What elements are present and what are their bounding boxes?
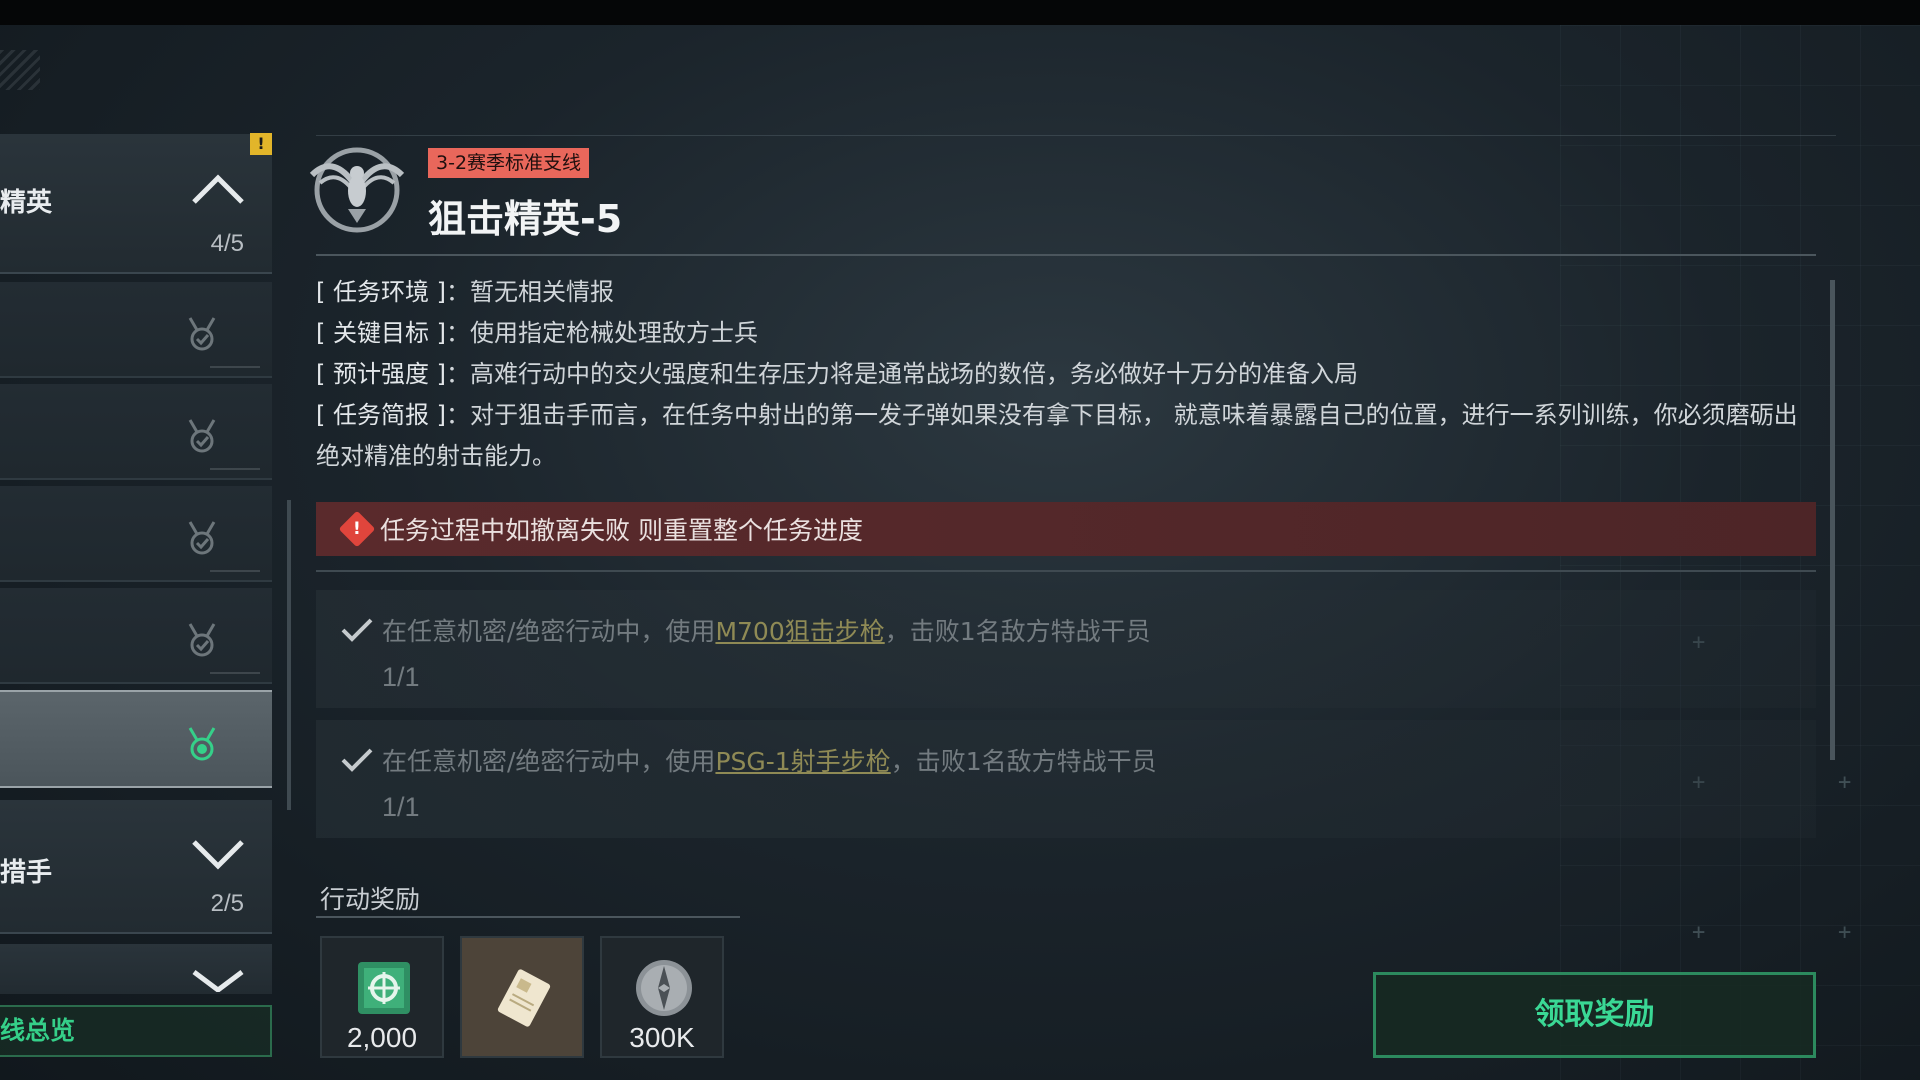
corner-hatch-decoration <box>0 50 40 90</box>
divider-tick <box>210 366 260 368</box>
info-row-environment: [ 任务环境 ]：暂无相关情报 <box>316 272 1806 313</box>
sidebar-mission-item[interactable] <box>0 384 272 480</box>
weapon-link[interactable]: PSG-1射手步枪 <box>715 747 890 776</box>
info-row-intensity: [ 预计强度 ]：高难行动中的交火强度和生存压力将是通常战场的数倍，务必做好十万… <box>316 354 1806 395</box>
checkmark-icon <box>341 748 373 772</box>
weapon-link[interactable]: M700狙击步枪 <box>715 617 884 646</box>
reward-item[interactable]: 2,000 <box>320 936 444 1058</box>
chevron-up-icon <box>192 174 244 204</box>
supply-crate-icon <box>358 962 410 1014</box>
plus-decoration: + <box>1838 770 1852 795</box>
objective-prefix: 在任意机密/绝密行动中，使用 <box>382 617 716 646</box>
objective-suffix: ，击败1名敌方特战干员 <box>884 617 1151 646</box>
info-separator: ： <box>445 319 470 347</box>
mission-info: [ 任务环境 ]：暂无相关情报 [ 关键目标 ]：使用指定枪械处理敌方士兵 [ … <box>316 272 1806 477</box>
info-value: 暂无相关情报 <box>469 278 614 306</box>
info-label: [ 任务简报 ] <box>316 401 446 429</box>
objective-prefix: 在任意机密/绝密行动中，使用 <box>382 747 716 776</box>
sidebar-mission-item[interactable] <box>0 486 272 582</box>
divider-tick <box>210 672 260 674</box>
reward-item[interactable]: 300K <box>600 936 724 1058</box>
title-divider <box>316 254 1816 256</box>
info-value: 对于狙击手而言，在任务中射出的第一发子弹如果没有拿下目标， 就意味着暴露自己的位… <box>316 401 1798 470</box>
document-card-icon <box>497 969 551 1027</box>
overview-button[interactable]: 线总览 <box>0 1005 272 1057</box>
objective-progress: 1/1 <box>382 662 420 692</box>
group-name: 精英 <box>0 188 53 218</box>
medal-icon <box>188 419 216 453</box>
group-progress-count: 2/5 <box>210 890 244 917</box>
rewards-label: 行动奖励 <box>320 885 421 914</box>
reward-quantity: 300K <box>629 1022 695 1053</box>
objective-text: 在任意机密/绝密行动中，使用PSG-1射手步枪，击败1名敌方特战干员 <box>382 742 1157 778</box>
top-letterbox <box>0 0 1920 25</box>
info-separator: ： <box>445 401 470 429</box>
info-separator: ： <box>445 278 470 306</box>
sidebar-mission-item[interactable] <box>0 588 272 684</box>
medal-icon <box>188 521 216 555</box>
medal-active-icon <box>188 727 216 761</box>
mission-title: 狙击精英-5 <box>428 197 623 241</box>
sidebar-mission-item[interactable] <box>0 282 272 378</box>
warning-text: 任务过程中如撤离失败 则重置整个任务进度 <box>380 516 863 545</box>
sidebar-scrollbar[interactable] <box>287 500 291 810</box>
reward-item[interactable] <box>460 936 584 1058</box>
mission-group-header-sniper[interactable]: 措手 2/5 <box>0 800 272 934</box>
objective-suffix: ，击败1名敌方特战干员 <box>890 747 1157 776</box>
checkmark-icon <box>341 618 373 642</box>
info-label: [ 关键目标 ] <box>316 319 446 347</box>
medal-icon <box>188 623 216 657</box>
objectives-divider <box>316 570 1816 572</box>
plus-decoration: + <box>1838 920 1852 945</box>
header-divider <box>316 135 1836 136</box>
group-progress-count: 4/5 <box>210 230 244 257</box>
mission-group-header-elite[interactable]: 精英 4/5 <box>0 134 272 274</box>
sidebar-mission-item-active[interactable] <box>0 690 272 788</box>
info-value: 使用指定枪械处理敌方士兵 <box>469 319 758 347</box>
group-name: 措手 <box>0 858 53 888</box>
objective-item: 在任意机密/绝密行动中，使用M700狙击步枪，击败1名敌方特战干员 1/1 <box>316 590 1816 708</box>
objective-item: 在任意机密/绝密行动中，使用PSG-1射手步枪，击败1名敌方特战干员 1/1 <box>316 720 1816 838</box>
objective-progress: 1/1 <box>382 792 420 822</box>
chevron-down-icon <box>192 840 244 870</box>
info-label: [ 预计强度 ] <box>316 360 446 388</box>
medal-icon <box>188 317 216 351</box>
info-value: 高难行动中的交火强度和生存压力将是通常战场的数倍，务必做好十万分的准备入局 <box>469 360 1358 388</box>
mission-group-header-collapsed[interactable] <box>0 944 272 994</box>
failure-warning-banner: ! 任务过程中如撤离失败 则重置整个任务进度 <box>316 502 1816 556</box>
rewards-divider <box>316 916 740 918</box>
info-label: [ 任务环境 ] <box>316 278 446 306</box>
info-row-key-target: [ 关键目标 ]：使用指定枪械处理敌方士兵 <box>316 313 1806 354</box>
info-separator: ： <box>445 360 470 388</box>
season-tag: 3-2赛季标准支线 <box>428 148 590 178</box>
plus-decoration: + <box>1692 920 1706 945</box>
divider-tick <box>210 468 260 470</box>
warning-icon: ! <box>338 510 376 548</box>
objective-text: 在任意机密/绝密行动中，使用M700狙击步枪，击败1名敌方特战干员 <box>382 612 1151 648</box>
divider-tick <box>210 570 260 572</box>
info-row-briefing: [ 任务简报 ]：对于狙击手而言，在任务中射出的第一发子弹如果没有拿下目标， 就… <box>316 395 1806 477</box>
eagle-emblem-icon <box>309 147 405 233</box>
content-scrollbar[interactable] <box>1830 280 1835 760</box>
reward-quantity: 2,000 <box>346 1022 418 1053</box>
chevron-down-icon <box>192 970 244 992</box>
warning-badge-icon: ! <box>250 133 272 155</box>
claim-reward-button[interactable]: 领取奖励 <box>1373 972 1816 1058</box>
currency-coin-icon <box>636 960 692 1016</box>
